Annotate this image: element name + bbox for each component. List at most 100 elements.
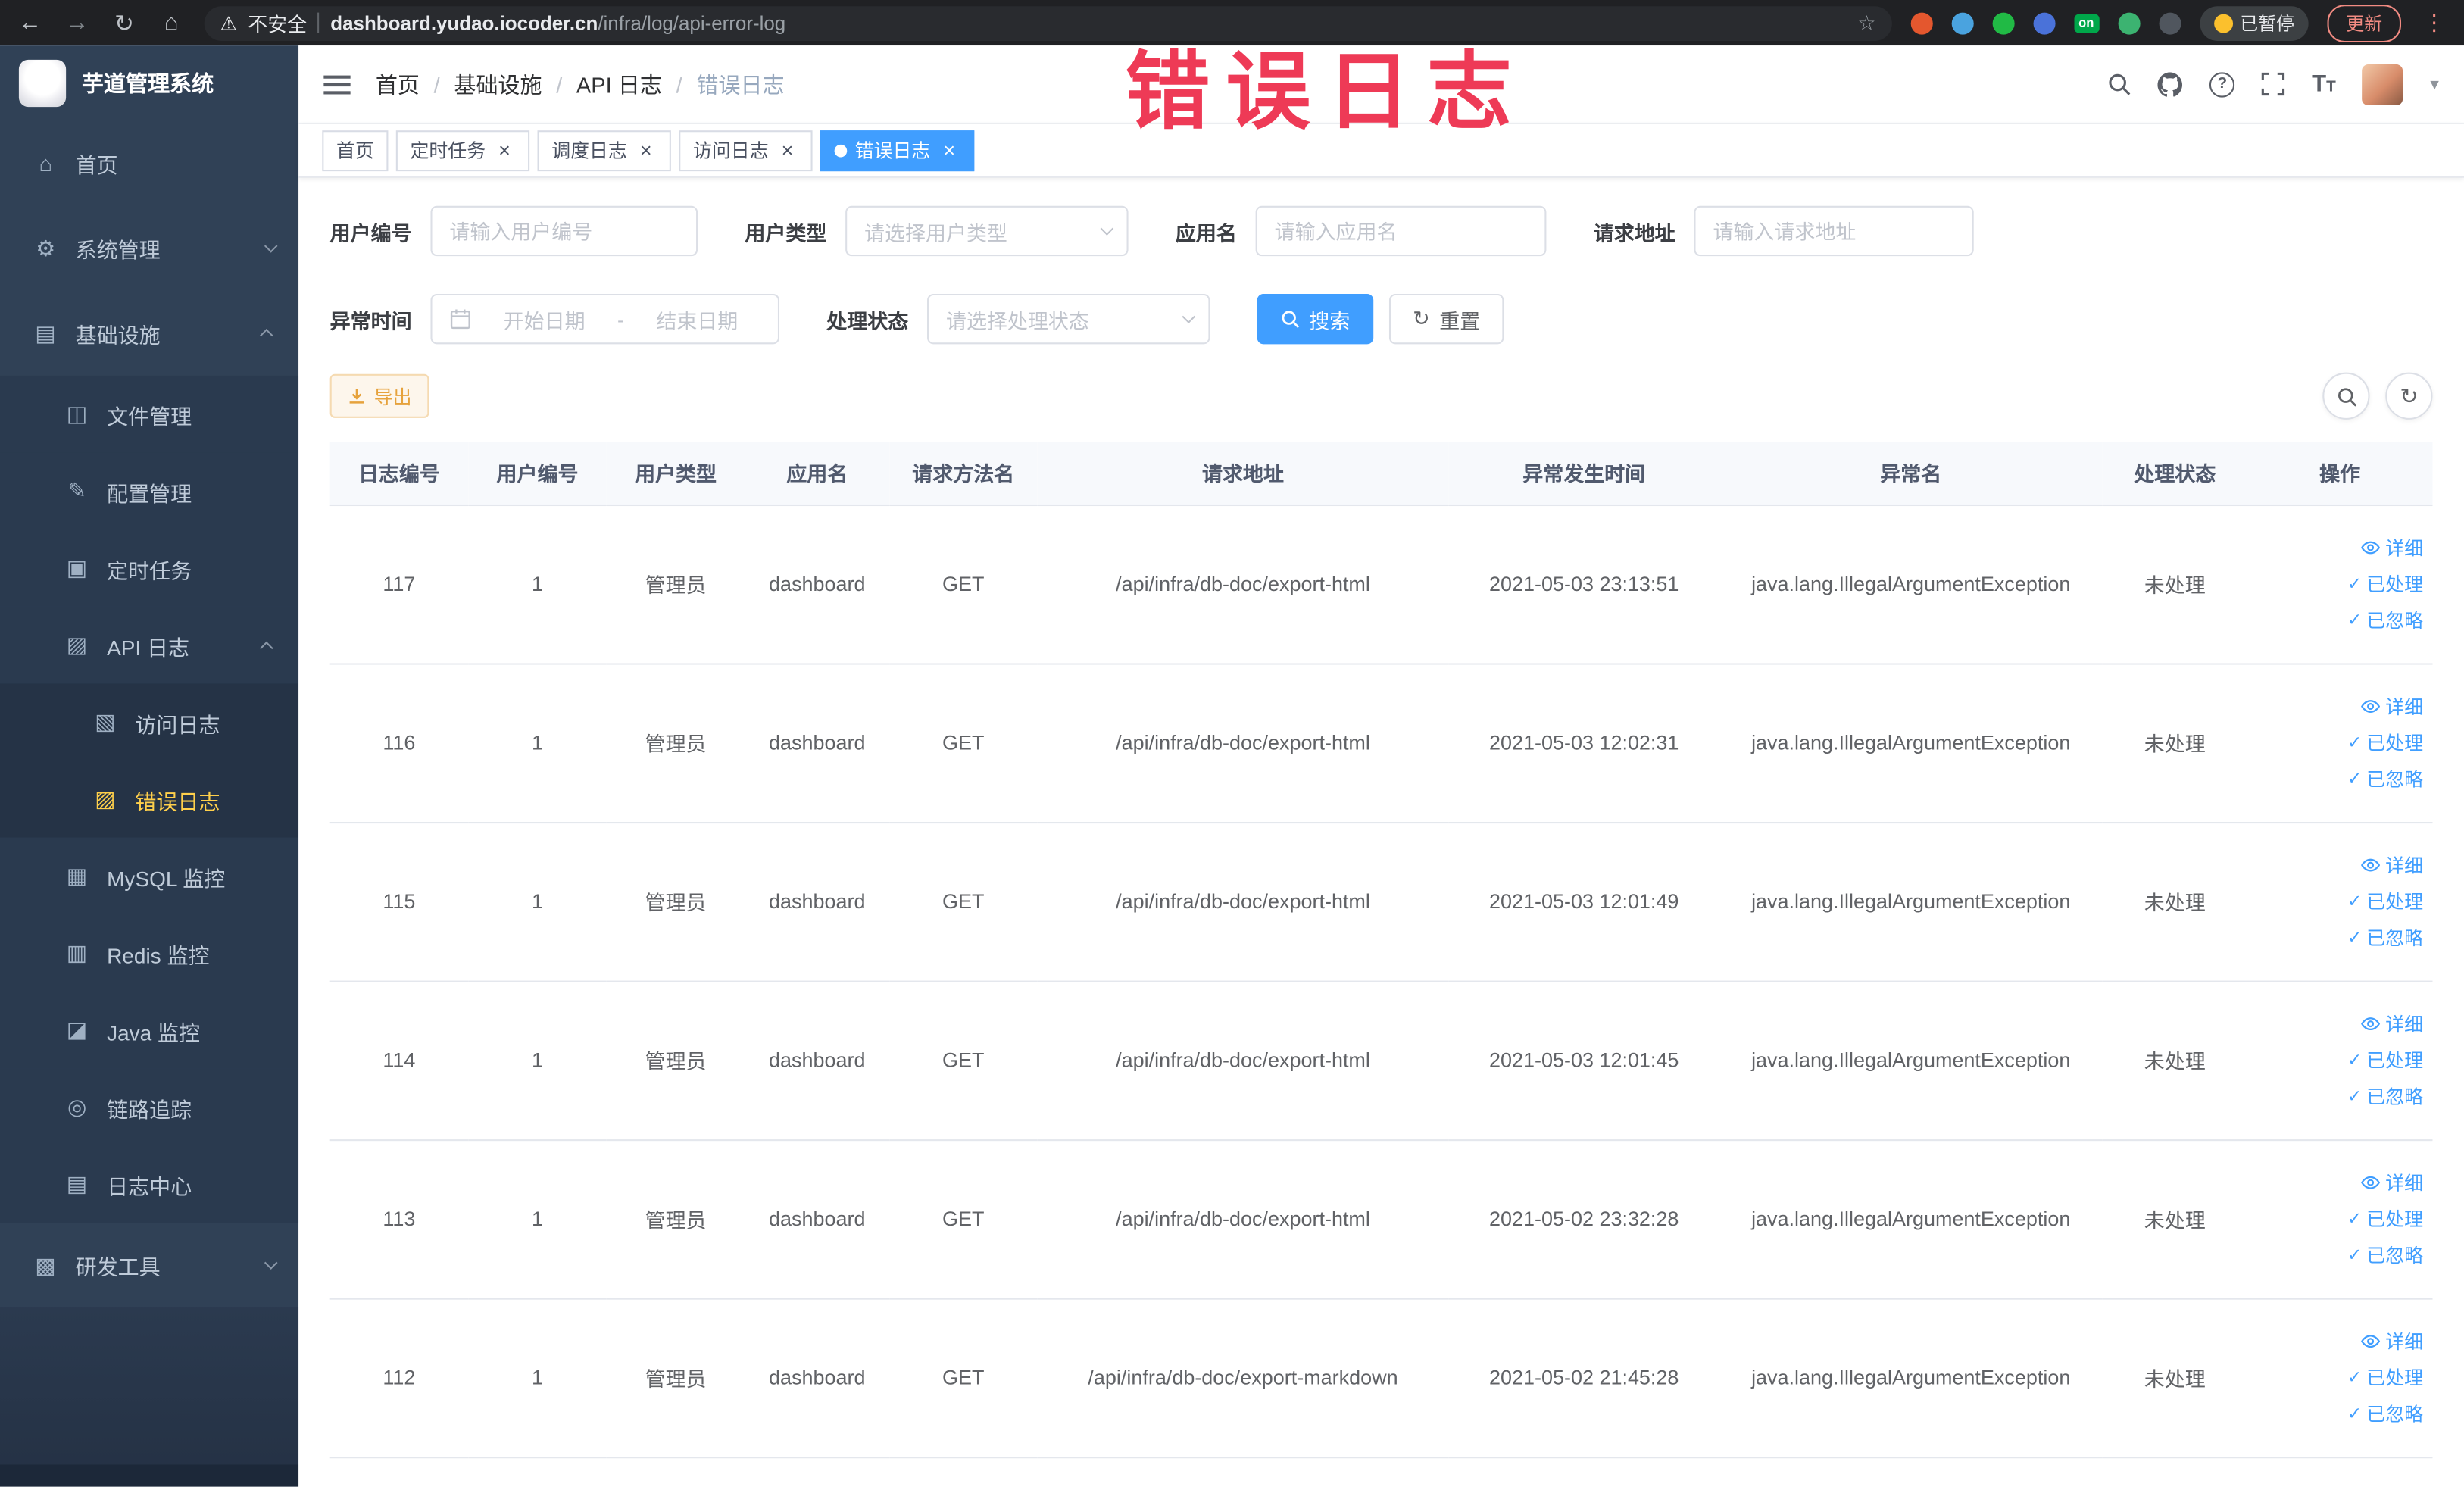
extension-icon[interactable] (1910, 11, 1933, 34)
help-icon[interactable]: ? (2209, 71, 2235, 97)
sidebar-item-file-mgmt[interactable]: ◫ 文件管理 (0, 375, 299, 453)
app-logo[interactable]: 芋道管理系统 (0, 45, 298, 121)
processed-action-link[interactable]: ✓ 已处理 (2347, 729, 2423, 756)
breadcrumb-item-home[interactable]: 首页 (376, 68, 454, 99)
processed-action-link[interactable]: ✓ 已处理 (2347, 888, 2423, 914)
request-url-input[interactable] (1713, 219, 1955, 243)
sidebar-item-label: Redis 监控 (107, 943, 210, 967)
close-icon[interactable]: × (776, 139, 798, 161)
kebab-menu-icon[interactable]: ⋮ (2420, 9, 2448, 36)
sidebar-item-home[interactable]: ⌂ 首页 (0, 121, 298, 206)
sidebar-item-trace[interactable]: ◎ 链路追踪 (0, 1068, 299, 1146)
security-label[interactable]: 不安全 (248, 8, 307, 37)
sidebar-item-error-log[interactable]: ▨ 错误日志 (0, 761, 299, 838)
processed-action-link[interactable]: ✓ 已处理 (2347, 1205, 2423, 1232)
schedule-icon: ▣ (66, 555, 88, 580)
sidebar-item-redis-monitor[interactable]: ▥ Redis 监控 (0, 914, 299, 992)
column-header: 日志编号 (329, 441, 469, 505)
process-status-select[interactable]: 请选择处理状态 (927, 293, 1210, 345)
ignore-action-link[interactable]: ✓ 已忽略 (2347, 1082, 2423, 1109)
extension-icon[interactable] (2158, 11, 2181, 34)
sidebar-item-label: 链路追踪 (107, 1098, 192, 1122)
detail-action-link[interactable]: 详细 (2360, 851, 2423, 878)
exception-time-range-picker[interactable]: 开始日期 - 结束日期 (430, 293, 780, 345)
cell-method: GET (889, 822, 1038, 982)
github-icon[interactable] (2157, 71, 2183, 96)
sidebar-item-log-center[interactable]: ▤ 日志中心 (0, 1145, 299, 1223)
extension-icon[interactable] (1951, 11, 1974, 34)
user-type-select[interactable]: 请选择用户类型 (845, 205, 1129, 257)
sidebar-item-cron-job[interactable]: ▣ 定时任务 (0, 530, 299, 607)
user-avatar[interactable] (2363, 64, 2404, 105)
font-size-icon[interactable]: TT (2312, 70, 2336, 97)
back-icon[interactable]: ← (16, 9, 44, 36)
processed-action-link[interactable]: ✓ 已处理 (2347, 1047, 2423, 1073)
sidebar-item-label: 定时任务 (107, 558, 192, 583)
cell-url: /api/infra/db-doc/export-html (1037, 663, 1449, 823)
address-bar[interactable]: ⚠ 不安全 dashboard.yudao.iocoder.cn/infra/l… (204, 5, 1892, 40)
eye-icon (2360, 696, 2381, 717)
sidebar-item-access-log[interactable]: ▧ 访问日志 (0, 683, 299, 761)
detail-action-link[interactable]: 详细 (2360, 1011, 2423, 1037)
search-icon[interactable] (2107, 72, 2131, 95)
detail-action-link[interactable]: 详细 (2360, 1328, 2423, 1354)
ignore-action-link[interactable]: ✓ 已忽略 (2347, 765, 2423, 792)
sidebar-item-infrastructure[interactable]: ▤ 基础设施 (0, 291, 298, 376)
reload-icon[interactable]: ↻ (110, 8, 138, 36)
tab-定时任务[interactable]: 定时任务 × (395, 130, 530, 171)
ignore-action-link[interactable]: ✓ 已忽略 (2347, 607, 2423, 633)
calendar-icon (449, 308, 471, 330)
close-icon[interactable]: × (938, 139, 960, 161)
extension-icon[interactable] (1992, 11, 2015, 34)
sidebar-item-label: 研发工具 (75, 1255, 161, 1279)
chevron-down-icon[interactable]: ▾ (2430, 74, 2438, 95)
refresh-button[interactable]: ↻ (2385, 372, 2433, 420)
sidebar-item-java-monitor[interactable]: ◪ Java 监控 (0, 992, 299, 1069)
sidebar-item-dev-tools[interactable]: ▩ 研发工具 (0, 1223, 298, 1307)
fullscreen-icon[interactable] (2262, 72, 2285, 96)
forward-icon[interactable]: → (63, 9, 91, 36)
bookmark-star-icon[interactable]: ☆ (1857, 10, 1875, 35)
sidebar-item-api-log[interactable]: ▨ API 日志 (0, 606, 299, 684)
breadcrumb-item-infra[interactable]: 基础设施 (454, 68, 576, 99)
tab-访问日志[interactable]: 访问日志 × (679, 130, 813, 171)
close-icon[interactable]: × (493, 139, 515, 161)
hamburger-icon[interactable] (323, 74, 351, 94)
access-log-icon: ▧ (95, 708, 116, 734)
breadcrumb-item-api-log[interactable]: API 日志 (576, 68, 696, 99)
sidebar-item-label: 基础设施 (75, 323, 161, 348)
extension-icon[interactable] (2032, 11, 2056, 34)
ignore-action-link[interactable]: ✓ 已忽略 (2347, 1400, 2423, 1426)
page-url[interactable]: dashboard.yudao.iocoder.cn/infra/log/api… (330, 12, 1847, 34)
ignore-action-link[interactable]: ✓ 已忽略 (2347, 924, 2423, 951)
processed-action-link[interactable]: ✓ 已处理 (2347, 570, 2423, 597)
table-toolbar: 导出 ↻ (329, 372, 2433, 420)
cell-user-type: 管理员 (606, 980, 745, 1141)
cell-user-type: 管理员 (606, 663, 745, 823)
sidebar-item-mysql-monitor[interactable]: ▦ MySQL 监控 (0, 837, 299, 915)
detail-action-link[interactable]: 详细 (2360, 1170, 2423, 1196)
check-icon: ✓ (2347, 733, 2363, 753)
tab-首页[interactable]: 首页 (322, 130, 389, 171)
detail-action-link[interactable]: 详细 (2360, 693, 2423, 720)
search-button[interactable]: 搜索 (1257, 293, 1374, 345)
user-id-input[interactable] (449, 219, 679, 243)
tab-错误日志[interactable]: 错误日志 × (820, 130, 975, 171)
cell-id: 115 (329, 822, 469, 982)
toggle-search-button[interactable] (2322, 372, 2370, 420)
app-name-input[interactable] (1274, 219, 1528, 243)
reset-button[interactable]: ↻ 重置 (1389, 293, 1504, 345)
detail-action-link[interactable]: 详细 (2360, 534, 2423, 561)
ignore-action-link[interactable]: ✓ 已忽略 (2347, 1242, 2423, 1268)
browser-home-icon[interactable]: ⌂ (157, 9, 185, 36)
sidebar-item-system-mgmt[interactable]: ⚙ 系统管理 (0, 206, 298, 291)
sidebar-item-config-mgmt[interactable]: ✎ 配置管理 (0, 452, 299, 530)
extension-icon[interactable] (2117, 11, 2140, 34)
tab-调度日志[interactable]: 调度日志 × (537, 130, 671, 171)
export-button[interactable]: 导出 (329, 373, 429, 418)
close-icon[interactable]: × (635, 139, 657, 161)
extension-on-badge[interactable]: on (2073, 13, 2099, 33)
processed-action-link[interactable]: ✓ 已处理 (2347, 1364, 2423, 1391)
update-button[interactable]: 更新 (2327, 4, 2402, 42)
paused-badge[interactable]: 已暂停 (2199, 5, 2309, 40)
